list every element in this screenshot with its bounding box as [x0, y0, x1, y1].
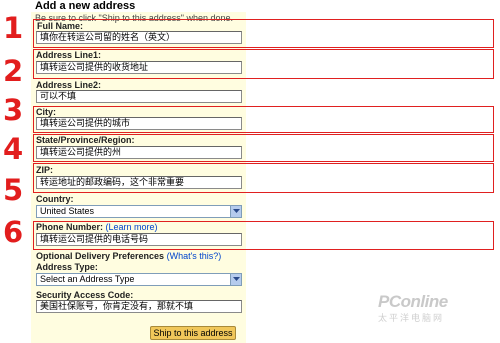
address1-input[interactable]: 填转运公司提供的收货地址: [36, 61, 242, 74]
state-label: State/Province/Region:: [36, 135, 135, 145]
country-select-value: United States: [40, 206, 95, 216]
step-number-5: 5: [3, 173, 24, 207]
security-code-input[interactable]: 美国社保账号，你肯定没有，那就不填: [36, 300, 242, 313]
watermark-logo: PConline: [378, 292, 448, 311]
address2-label: Address Line2:: [36, 80, 102, 90]
state-input[interactable]: 填转运公司提供的州: [36, 146, 242, 159]
chevron-down-icon[interactable]: [230, 206, 241, 217]
ship-to-this-address-button[interactable]: Ship to this address: [150, 326, 236, 340]
security-code-label: Security Access Code:: [36, 290, 134, 300]
country-select[interactable]: United States: [36, 205, 242, 218]
zip-label: ZIP:: [36, 165, 53, 175]
step-number-1: 1: [3, 11, 24, 45]
step-number-6: 6: [3, 215, 24, 249]
step-number-2: 2: [3, 54, 24, 88]
page-title: Add a new address: [35, 0, 136, 12]
address2-input[interactable]: 可以不填: [36, 90, 242, 103]
phone-input[interactable]: 填转运公司提供的电话号码: [36, 233, 242, 246]
address1-label: Address Line1:: [36, 50, 102, 60]
full-name-label: Full Name:: [37, 21, 84, 31]
pconline-watermark: PConline 太平洋电脑网: [378, 292, 448, 323]
phone-label: Phone Number: (Learn more): [36, 222, 158, 232]
step-number-3: 3: [3, 93, 24, 127]
learn-more-link[interactable]: (Learn more): [106, 222, 158, 232]
zip-input[interactable]: 转运地址的邮政编码，这个非常重要: [36, 176, 242, 189]
delivery-prefs-heading: Optional Delivery Preferences (What's th…: [36, 251, 221, 261]
city-label: City:: [36, 107, 56, 117]
delivery-prefs-label: Optional Delivery Preferences: [36, 251, 165, 261]
phone-label-text: Phone Number:: [36, 222, 104, 232]
whats-this-link[interactable]: (What's this?): [167, 251, 222, 261]
address-type-value: Select an Address Type: [40, 274, 135, 284]
full-name-input[interactable]: 填你在转运公司留的姓名（英文）: [36, 31, 242, 44]
city-input[interactable]: 填转运公司提供的城市: [36, 117, 242, 130]
country-label: Country:: [36, 194, 74, 204]
step-number-4: 4: [3, 132, 24, 166]
chevron-down-icon[interactable]: [230, 274, 241, 285]
address-type-label: Address Type:: [36, 262, 98, 272]
watermark-tagline: 太平洋电脑网: [378, 313, 445, 323]
address-type-select[interactable]: Select an Address Type: [36, 273, 242, 286]
